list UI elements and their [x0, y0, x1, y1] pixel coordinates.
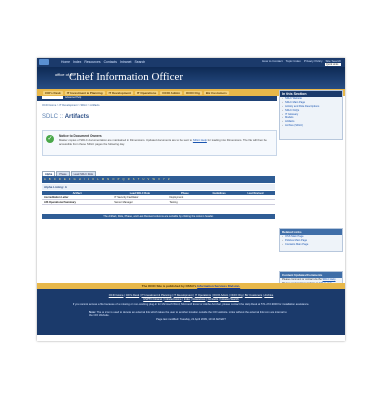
main-nav-it-development[interactable]: IT Development [106, 90, 133, 95]
notice-body: Master copies of SDLC documentation are … [59, 138, 269, 146]
footer-accessibility-note: If you cannot access a file because of a… [72, 302, 310, 306]
alphabet-letter-m[interactable]: M [102, 178, 104, 181]
alphabet-letter-q[interactable]: Q [122, 178, 124, 181]
top-nav-index[interactable]: Index [73, 60, 81, 64]
page-title-text: Artifacts [64, 114, 90, 120]
alphabet-letter-w[interactable]: W [152, 178, 154, 181]
search-row: Advanced Help [42, 96, 81, 99]
top-nav-search[interactable]: Search [134, 60, 145, 64]
alphabet-letter-l[interactable]: L [97, 178, 98, 181]
footer-intranet-link[interactable]: Contacts [208, 298, 219, 301]
quick-links-select[interactable]: Quick Links [325, 63, 341, 66]
page-title-prefix: SDLC :: [42, 114, 64, 120]
footer-publisher-text: The OCIO Site is published by OSSU's [141, 284, 197, 288]
footer-nav-link[interactable]: IT Investment & Planning [141, 294, 171, 297]
page-title: SDLC :: Artifacts [42, 114, 89, 120]
alphabet-letter-i[interactable]: I [84, 178, 85, 181]
alphabet-letter-k[interactable]: K [92, 178, 94, 181]
footer-intranet-link[interactable]: Resources [193, 298, 206, 301]
footer-nav-link[interactable]: OCIO Admin [213, 294, 228, 297]
footer-nav-link[interactable]: IT Development [174, 294, 193, 297]
table-row: AIS Operational Summary Server Manager T… [42, 199, 275, 206]
artifacts-table: Artifact Lead SDLC Role Phase Guidelines… [42, 191, 275, 206]
checkmark-icon [46, 135, 54, 143]
main-nav-cios-desk[interactable]: CIO's Desk [43, 90, 63, 95]
alphabet-letter-x[interactable]: X [158, 178, 160, 181]
banner: office of the Chief Information Officer [37, 67, 345, 89]
advanced-help-button[interactable]: Advanced Help [65, 96, 81, 99]
main-nav-it-operations[interactable]: IT Operations [134, 90, 159, 95]
table-footer-note: The Artifact, Role, Phase, and Last Revi… [42, 214, 275, 219]
banner-title: Chief Information Officer [69, 71, 184, 83]
top-nav-home[interactable]: Home [61, 60, 70, 64]
footer-intranet-link[interactable]: Intranet Search [220, 298, 238, 301]
top-bar: Home Index Resources Contacts Intranet S… [37, 58, 345, 67]
alphabet-letter-f[interactable]: F [69, 178, 71, 181]
content-sdlc-help-link[interactable]: SDLC Help [323, 278, 336, 281]
alphabet-letter-d[interactable]: D [59, 178, 61, 181]
footer-nav-link[interactable]: IT Operations [195, 294, 211, 297]
artifact-cell[interactable]: AIS Operational Summary [42, 199, 113, 206]
footer-nav-link[interactable]: Biz Customers [245, 294, 262, 297]
footer-last-modified: Page last modified: Tuesday, 21 April 20… [156, 318, 226, 321]
alphabet-letter-s[interactable]: S [133, 178, 135, 181]
top-nav-resources[interactable]: Resources [84, 60, 100, 64]
notice-box: Notice to Document Owners Master copies … [42, 130, 277, 156]
listing-title: Alpha Listing: A [42, 184, 275, 190]
top-nav-contacts[interactable]: Contacts [104, 60, 117, 64]
footer-nav-link[interactable]: OCIO Home [109, 294, 124, 297]
footer-nav-link[interactable]: CIO's Desk [126, 294, 140, 297]
footer-links-row-1: OCIO Home | CIO's Desk | IT Investment &… [37, 294, 345, 297]
footer-external-link-note: Note: The ⊕ icon is used to denote an ex… [89, 310, 289, 317]
breadcrumb[interactable]: OCIO Home > IT Development > SDLC > Arti… [42, 104, 100, 107]
top-nav-intranet[interactable]: Intranet [120, 60, 132, 64]
in-this-section-panel: In this Section SDLC Website SDLC Main P… [279, 90, 343, 140]
footer-nav-link[interactable]: Archive [264, 294, 273, 297]
notice-sdlc-help-link[interactable]: SDLC Help [193, 138, 207, 142]
top-nav: Home Index Resources Contacts Intranet S… [61, 60, 145, 64]
utility-contact[interactable]: How to Contact [262, 59, 283, 63]
alphabet-letter-t[interactable]: T [138, 178, 140, 181]
alphabet-letter-h[interactable]: H [79, 178, 81, 181]
alphabet-bar: ABCDEFGHIJKL MNO PQ RSTU VW XYZ [42, 176, 275, 183]
related-links-panel: Related Links OSS Main Page Policies Mai… [279, 228, 343, 252]
section-link[interactable]: Archive (SDLC) [280, 123, 342, 127]
uspto-logo[interactable] [39, 59, 49, 65]
search-input[interactable] [42, 96, 63, 99]
footer-intranet-link[interactable]: USPTO Intranet [143, 298, 162, 301]
alphabet-letter-c[interactable]: C [54, 178, 56, 181]
alphabet-letter-o[interactable]: O [112, 178, 114, 181]
role-cell: Server Manager [112, 199, 168, 206]
footer-links-row-2: USPTO Intranet | Intranet Home | Index |… [37, 298, 345, 301]
alphabet-letter-a[interactable]: A [44, 178, 46, 181]
alphabet-letter-b[interactable]: B [49, 178, 51, 181]
footer-note-text: The ⊕ icon is used to denote an external… [89, 310, 287, 317]
alphabet-letter-v[interactable]: V [148, 178, 150, 181]
related-link[interactable]: Contacts Main Page [280, 242, 342, 246]
alphabet-letter-n[interactable]: N [107, 178, 109, 181]
main-nav-ocio-org[interactable]: OCIO Org [184, 90, 202, 95]
footer-nav-link[interactable]: OCIO Org [230, 294, 242, 297]
alphabet-letter-j[interactable]: J [88, 178, 89, 181]
content-text-1: Please comment or contact via the [282, 278, 322, 282]
alphabet-letter-u[interactable]: U [142, 178, 144, 181]
guidelines-cell [202, 199, 236, 206]
phase-cell: Testing [167, 199, 203, 206]
footer-dark: OCIO Home | CIO's Desk | IT Investment &… [37, 289, 345, 335]
alphabet-letter-e[interactable]: E [64, 178, 66, 181]
utility-privacy[interactable]: Privacy Policy [304, 59, 323, 63]
main-nav-ocio-admin[interactable]: OCIO Admin [160, 90, 182, 95]
utility-topic-index[interactable]: Topic Index [286, 59, 301, 63]
alphabet-letter-y[interactable]: Y [163, 178, 165, 181]
main-nav-it-investment[interactable]: IT Investment & Planning [64, 90, 105, 95]
last-revised-cell [235, 199, 275, 206]
footer-intranet-link[interactable]: Intranet Home [165, 298, 182, 301]
alphabet-letter-p[interactable]: P [118, 178, 120, 181]
alphabet-letter-g[interactable]: G [74, 178, 76, 181]
footer: The OCIO Site is published by OSSU's Inf… [37, 283, 345, 335]
alphabet-letter-z[interactable]: Z [168, 178, 170, 181]
footer-publisher-link[interactable]: Information Services Division. [197, 284, 240, 288]
alphabet-letter-r[interactable]: R [128, 178, 130, 181]
main-nav-biz-customers[interactable]: Biz Customers [203, 90, 229, 95]
